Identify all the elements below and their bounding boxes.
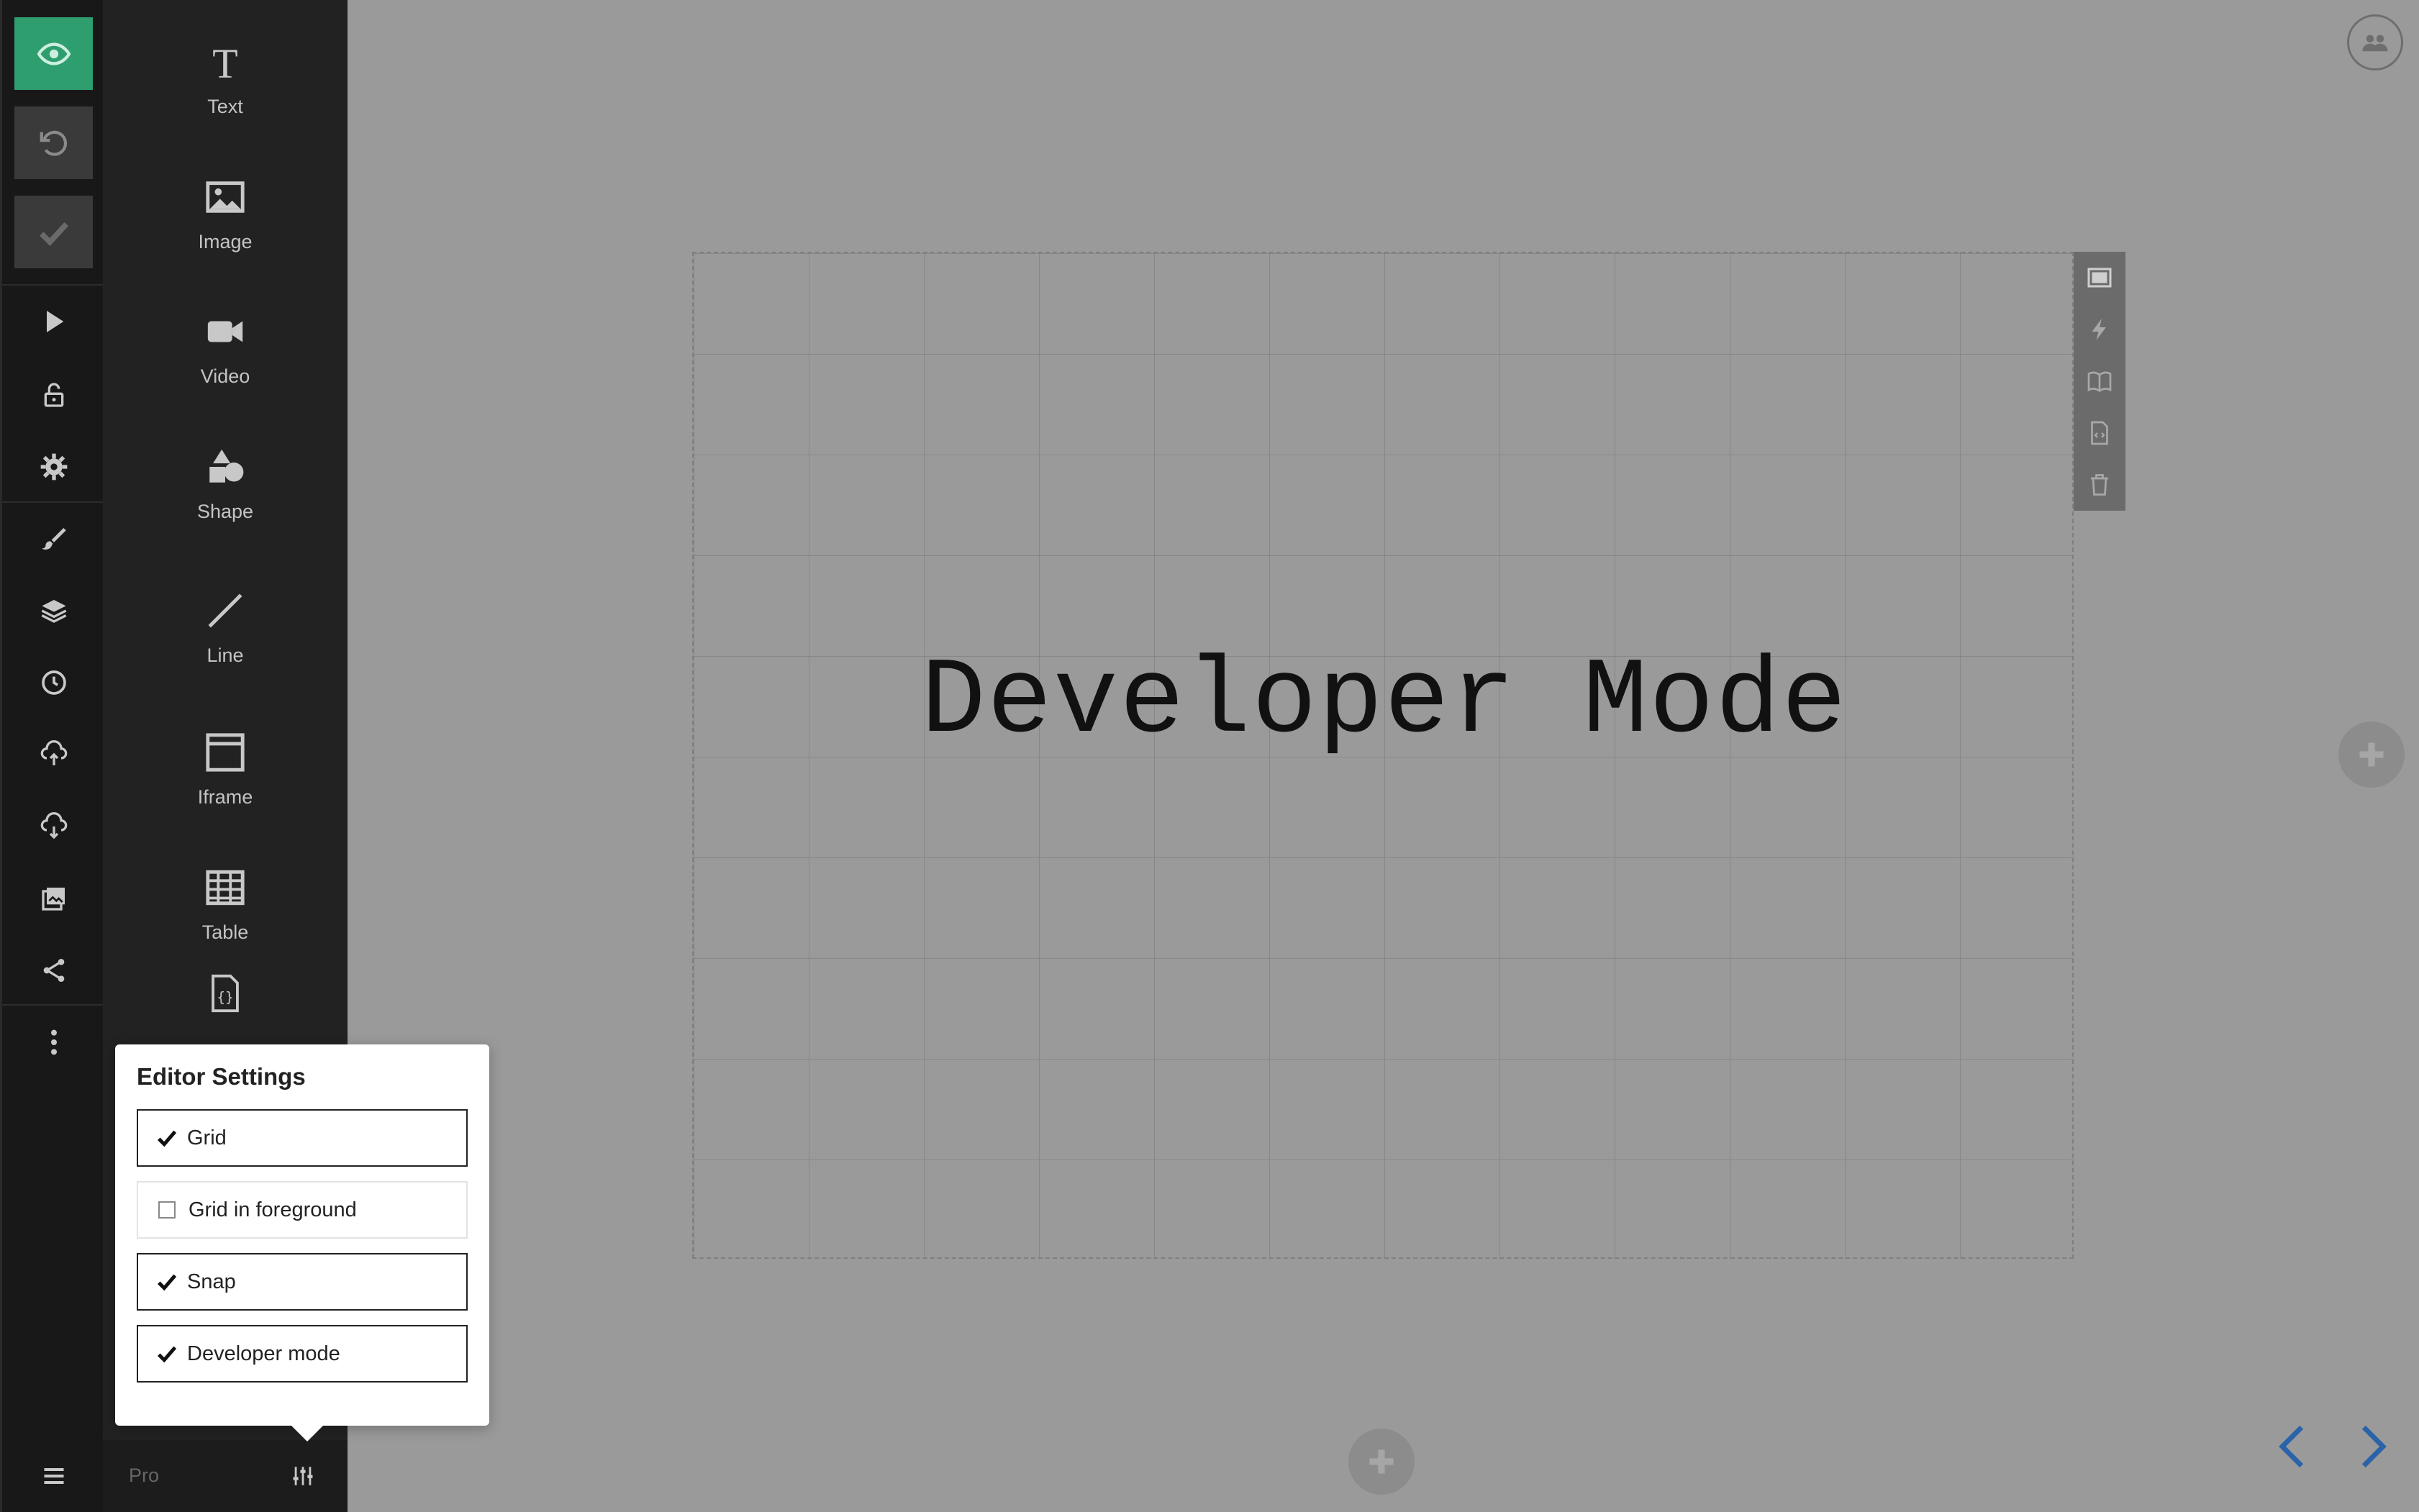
snap-toggle[interactable]: Snap <box>137 1253 468 1311</box>
checkmark-icon <box>155 1270 178 1293</box>
settings-button[interactable] <box>2 442 105 492</box>
option-label: Snap <box>187 1270 236 1293</box>
history-button[interactable] <box>2 657 105 708</box>
brush-icon <box>41 528 66 550</box>
gear-icon <box>40 453 67 481</box>
checkmark-icon <box>39 222 68 246</box>
option-label: Developer mode <box>187 1342 340 1365</box>
editor-settings-popover: Editor Settings Grid Grid in foreground … <box>115 1044 489 1442</box>
sliders-icon <box>293 1467 313 1485</box>
plus-icon <box>1369 1449 1394 1474</box>
grid-toggle[interactable]: Grid <box>137 1109 468 1167</box>
checkmark-icon <box>155 1126 178 1149</box>
media-button[interactable] <box>2 873 105 924</box>
next-slide-button[interactable] <box>2343 1414 2400 1479</box>
option-label: Grid <box>187 1126 227 1149</box>
insert-code-button[interactable]: {} <box>103 957 348 1043</box>
plus-icon <box>2359 742 2384 767</box>
panel-footer: Pro <box>103 1440 348 1512</box>
insert-image-button[interactable]: Image <box>103 153 348 275</box>
tool-label: Video <box>200 365 250 387</box>
images-icon <box>41 888 65 911</box>
checkmark-icon <box>155 1342 178 1365</box>
share-button[interactable] <box>2 945 105 996</box>
add-slide-below-button[interactable] <box>1348 1429 1415 1495</box>
option-label: Grid in foreground <box>189 1198 357 1221</box>
insert-text-button[interactable]: T Text <box>103 18 348 140</box>
insert-shape-button[interactable]: Shape <box>103 423 348 545</box>
text-icon: T <box>212 41 237 83</box>
speaker-notes-button[interactable] <box>2074 355 2125 407</box>
style-button[interactable] <box>2 514 105 564</box>
chevron-left-icon <box>2279 1425 2304 1468</box>
cloud-download-icon <box>40 812 67 839</box>
table-icon <box>206 870 245 905</box>
save-button[interactable] <box>14 196 93 268</box>
code-file-icon: {} <box>212 974 239 1013</box>
insert-iframe-button[interactable]: Iframe <box>103 709 348 831</box>
developer-mode-toggle[interactable]: Developer mode <box>137 1325 468 1383</box>
chevron-right-icon <box>2361 1425 2387 1468</box>
previous-slide-button[interactable] <box>2265 1414 2323 1479</box>
code-file-icon <box>2091 421 2108 445</box>
lock-icon <box>44 383 63 407</box>
slide-background-button[interactable] <box>2074 252 2125 304</box>
popover-title: Editor Settings <box>137 1063 306 1090</box>
tool-label: Table <box>201 921 249 943</box>
svg-text:{}: {} <box>217 989 233 1006</box>
trash-icon <box>2091 474 2108 496</box>
hamburger-icon <box>44 1468 63 1484</box>
insert-line-button[interactable]: Line <box>103 567 348 689</box>
insert-table-button[interactable]: Table <box>103 844 348 966</box>
undo-button[interactable] <box>14 106 93 179</box>
shape-icon <box>209 449 244 483</box>
editor-settings-button[interactable] <box>281 1456 324 1496</box>
lightning-icon <box>2092 319 2106 340</box>
tool-label: Shape <box>196 500 254 522</box>
layers-icon <box>41 600 66 623</box>
slide-background-icon <box>2087 268 2112 288</box>
line-icon <box>208 593 242 627</box>
tool-label: Text <box>207 95 243 117</box>
users-icon <box>2362 35 2388 52</box>
checkbox-empty-icon <box>158 1201 176 1219</box>
add-slide-right-button[interactable] <box>2338 721 2405 788</box>
play-icon <box>46 311 63 332</box>
clock-icon <box>41 670 66 695</box>
delete-slide-button[interactable] <box>2074 459 2125 511</box>
slide-animation-button[interactable] <box>2074 304 2125 355</box>
video-icon <box>207 321 243 342</box>
layers-button[interactable] <box>2 586 105 636</box>
preview-button[interactable] <box>14 17 93 90</box>
tool-label: Line <box>206 644 244 666</box>
lock-button[interactable] <box>2 370 105 420</box>
slide-text-block[interactable]: Developer Mode <box>694 642 2075 764</box>
eye-icon <box>37 42 71 65</box>
present-button[interactable] <box>2 296 105 347</box>
main-menu-button[interactable] <box>2 1440 105 1512</box>
slide-canvas[interactable]: Developer Mode <box>692 252 2074 1259</box>
svg-text:T: T <box>212 41 237 83</box>
iframe-icon <box>206 732 245 772</box>
plan-label: Pro <box>129 1465 160 1486</box>
slide-html-button[interactable] <box>2074 407 2125 459</box>
tool-label: Iframe <box>197 785 253 808</box>
import-button[interactable] <box>2 729 105 780</box>
image-icon <box>206 181 245 213</box>
collaboration-button[interactable] <box>2347 14 2403 70</box>
cloud-upload-icon <box>40 740 67 765</box>
left-toolbar <box>0 0 105 1512</box>
undo-icon <box>40 130 67 156</box>
tool-label: Image <box>198 230 253 252</box>
more-button[interactable] <box>2 1017 105 1067</box>
insert-video-button[interactable]: Video <box>103 288 348 410</box>
more-vertical-icon <box>50 1029 57 1055</box>
slide-toolbar <box>2074 252 2125 511</box>
share-icon <box>43 959 64 982</box>
grid-foreground-toggle[interactable]: Grid in foreground <box>137 1181 468 1239</box>
notes-book-icon <box>2087 371 2112 393</box>
export-button[interactable] <box>2 801 105 852</box>
